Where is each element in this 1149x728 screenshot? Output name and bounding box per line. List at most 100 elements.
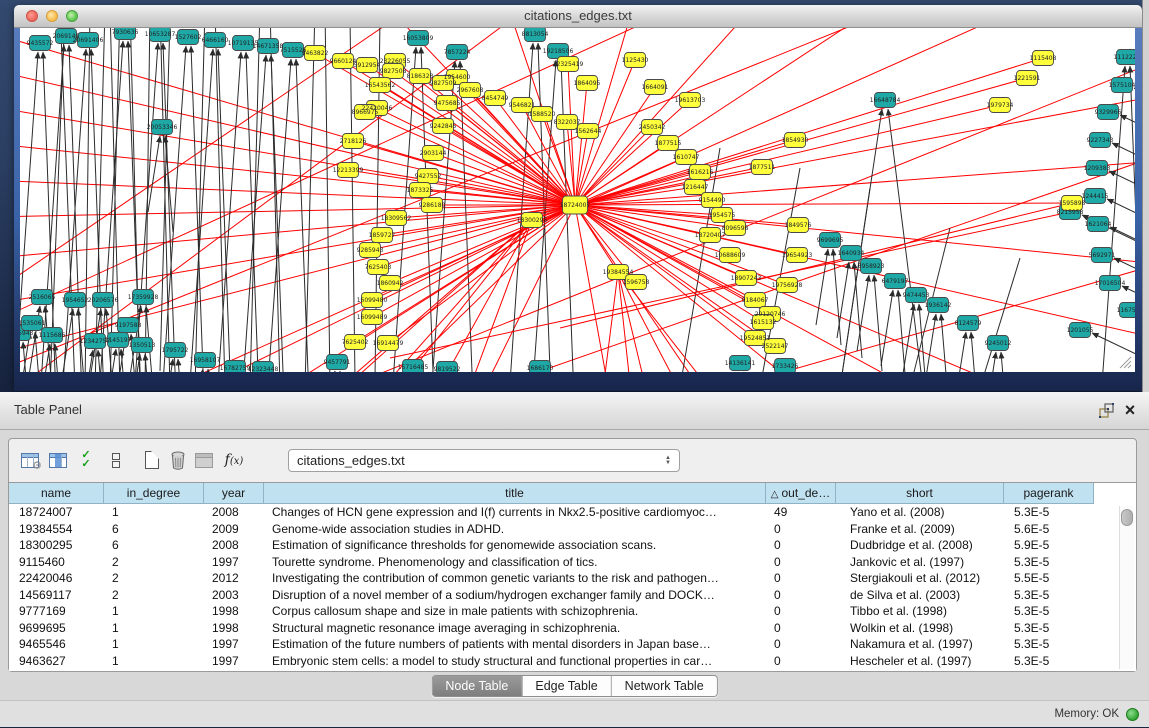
svg-text:19218506: 19218506 — [543, 48, 574, 55]
svg-text:1954575: 1954575 — [709, 212, 736, 219]
memory-ok-indicator[interactable] — [1126, 708, 1139, 721]
svg-text:8124579: 8124579 — [955, 320, 982, 327]
table-cell: Jankovic et al. (1997) — [836, 554, 1004, 571]
import-table-icon[interactable] — [193, 449, 215, 471]
svg-text:1954652: 1954652 — [62, 297, 89, 304]
dropdown-stepper-icon: ▲▼ — [663, 451, 673, 471]
svg-text:1621064: 1621064 — [1085, 221, 1112, 228]
table-cell: Estimation of the future numbers of pati… — [264, 636, 766, 653]
table-select-dropdown[interactable]: citations_edges.txt ▲▼ — [288, 449, 680, 472]
svg-text:9245012: 9245012 — [985, 340, 1012, 347]
column-header-short[interactable]: short — [836, 483, 1004, 504]
tab-node-table[interactable]: Node Table — [432, 676, 522, 696]
table-cell: 5.3E-5 — [1004, 587, 1094, 604]
table-row[interactable]: 1830029562008Estimation of significance … — [9, 537, 1136, 554]
table-cell: Corpus callosum shape and size in male p… — [264, 603, 766, 620]
svg-text:8454749: 8454749 — [482, 95, 509, 102]
tab-edge-table[interactable]: Edge Table — [522, 676, 611, 696]
tab-network-table[interactable]: Network Table — [612, 676, 717, 696]
table-cell: 1998 — [204, 620, 264, 637]
svg-text:2522147: 2522147 — [762, 343, 789, 350]
function-builder-icon[interactable]: f(x) — [223, 449, 245, 471]
network-window[interactable]: citations_edges.txt 94355722069140206914… — [14, 5, 1142, 391]
svg-text:1733426: 1733426 — [772, 363, 799, 370]
table-panel-content: ⚙ ✓✓ — [8, 438, 1137, 672]
svg-text:5692971: 5692971 — [1089, 252, 1116, 259]
svg-text:9457791: 9457791 — [324, 359, 351, 366]
svg-text:9197588: 9197588 — [115, 322, 142, 329]
close-icon[interactable]: × — [1121, 398, 1139, 422]
svg-text:19384554: 19384554 — [603, 269, 634, 276]
table-column-settings-icon[interactable]: ⚙ — [19, 449, 41, 471]
svg-text:7625402: 7625402 — [342, 339, 369, 346]
table-cell: Yano et al. (2008) — [836, 504, 1004, 521]
svg-text:18724007: 18724007 — [560, 202, 591, 209]
table-cell: 2003 — [204, 587, 264, 604]
table-row[interactable]: 911546021997Tourette syndrome. Phenomeno… — [9, 554, 1136, 571]
svg-text:9660124: 9660124 — [330, 58, 357, 65]
table-cell: 0 — [766, 554, 836, 571]
table-row[interactable]: 969969511998Structural magnetic resonanc… — [9, 620, 1136, 637]
table-row[interactable]: 2242004622012Investigating the contribut… — [9, 570, 1136, 587]
svg-text:1125430: 1125430 — [622, 57, 649, 64]
table-row[interactable]: 946554611997Estimation of the future num… — [9, 636, 1136, 653]
vertical-scrollbar[interactable] — [1119, 506, 1134, 669]
scrollbar-thumb[interactable] — [1121, 509, 1133, 526]
table-cell: Dudbridge et al. (2008) — [836, 537, 1004, 554]
svg-text:1610747: 1610747 — [673, 154, 700, 161]
select-all-columns-icon[interactable]: ✓✓ — [75, 449, 97, 471]
table-row[interactable]: 977716911998Corpus callosum shape and si… — [9, 603, 1136, 620]
desktop-right-edge — [1142, 0, 1149, 395]
column-header-year[interactable]: year — [204, 483, 264, 504]
svg-text:9546821: 9546821 — [509, 102, 536, 109]
svg-text:9154490: 9154490 — [699, 197, 726, 204]
svg-text:16543562: 16543562 — [365, 82, 396, 89]
svg-text:18300295: 18300295 — [517, 217, 548, 224]
table-cell: Hescheler et al. (1997) — [836, 653, 1004, 670]
svg-text:19524851: 19524851 — [740, 335, 771, 342]
table-row[interactable]: 1456911722003Disruption of a novel membe… — [9, 587, 1136, 604]
table-cell: 1 — [104, 620, 204, 637]
column-header-outde[interactable]: △out_de… — [766, 483, 836, 504]
table-cell: 6 — [104, 521, 204, 538]
svg-text:1167531: 1167531 — [1117, 307, 1135, 314]
table-row[interactable]: 946362711997Embryonic stem cells: a mode… — [9, 653, 1136, 670]
svg-text:9227343: 9227343 — [1087, 137, 1114, 144]
table-cell: 5.5E-5 — [1004, 570, 1094, 587]
table-row[interactable]: 1938455462009Genome-wide association stu… — [9, 521, 1136, 538]
network-canvas[interactable]: 9435572206914020691406793063610653287152… — [20, 28, 1135, 372]
svg-text:20120746: 20120746 — [755, 311, 786, 318]
svg-text:19756928: 19756928 — [772, 282, 803, 289]
show-columns-icon[interactable] — [47, 449, 69, 471]
svg-text:8966975: 8966975 — [352, 109, 379, 116]
svg-text:2967608: 2967608 — [457, 87, 484, 94]
svg-text:1877511: 1877511 — [749, 164, 776, 171]
svg-text:8813054: 8813054 — [522, 31, 549, 38]
table-cell: Estimation of significance thresholds fo… — [264, 537, 766, 554]
svg-text:16958107: 16958107 — [190, 357, 221, 364]
citation-network-graph[interactable]: 9435572206914020691406793063610653287152… — [20, 28, 1135, 372]
table-cell: 6 — [104, 537, 204, 554]
column-header-pagerank[interactable]: pagerank — [1004, 483, 1094, 504]
row-height-icon[interactable] — [105, 449, 127, 471]
create-table-icon[interactable] — [141, 449, 163, 471]
network-window-titlebar[interactable]: citations_edges.txt — [14, 5, 1142, 28]
column-header-title[interactable]: title — [264, 483, 766, 504]
table-cell: 5.3E-5 — [1004, 504, 1094, 521]
table-cell: 0 — [766, 653, 836, 670]
table-panel-title: Table Panel — [14, 392, 82, 430]
table-cell: 9777169 — [9, 603, 104, 620]
float-window-icon[interactable] — [1099, 403, 1115, 419]
delete-table-icon[interactable] — [167, 449, 189, 471]
svg-text:7857224: 7857224 — [444, 49, 471, 56]
table-cell: 49 — [766, 504, 836, 521]
table-cell: 1 — [104, 603, 204, 620]
table-cell: Changes of HCN gene expression and I(f) … — [264, 504, 766, 521]
svg-text:8322037: 8322037 — [554, 119, 581, 126]
svg-text:1877515: 1877515 — [655, 140, 682, 147]
column-header-indegree[interactable]: in_degree — [104, 483, 204, 504]
table-row[interactable]: 1872400712008Changes of HCN gene express… — [9, 504, 1136, 521]
table-cell: 9465546 — [9, 636, 104, 653]
table-cell: 0 — [766, 537, 836, 554]
column-header-name[interactable]: name — [9, 483, 104, 504]
